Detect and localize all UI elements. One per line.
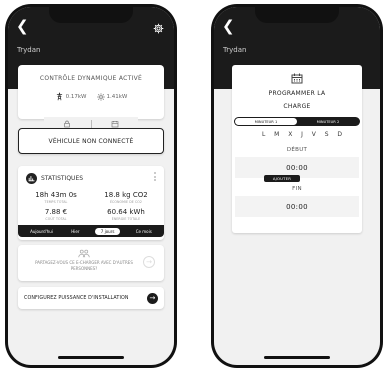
end-time-value: 00:00 <box>286 202 308 211</box>
arrow-right-circle-icon: → <box>147 292 158 304</box>
timer-toggle: MINUTEUR 1 MINUTEUR 2 <box>234 117 360 126</box>
timer-2-option[interactable]: MINUTEUR 2 <box>297 118 359 125</box>
timer-1-option[interactable]: MINUTEUR 1 <box>235 118 297 125</box>
statistics-header: STATISTIQUES <box>26 173 83 184</box>
vehicle-status-card[interactable]: VÉHICULE NON CONNECTÉ <box>18 128 164 154</box>
day-wednesday[interactable]: X <box>288 131 292 138</box>
charger-dashboard-screen: ❮ Trydan CONTRÔLE DYNAMIQUE ACTIVÉ 0.17k… <box>8 7 174 365</box>
calendar-icon <box>111 121 119 128</box>
arrow-right-icon[interactable]: → <box>143 256 155 268</box>
configure-power-label: CONFIGUREZ PUISSANCE D'INSTALLATION <box>24 295 129 301</box>
day-monday[interactable]: L <box>262 131 265 138</box>
stat-label: COÛT TOTAL <box>45 217 67 221</box>
period-today[interactable]: Aujourd'hui <box>27 228 56 235</box>
add-button[interactable]: AJOUTER <box>264 175 300 182</box>
screen-title: Trydan <box>17 46 41 54</box>
stat-label: ÉCONOMIE DE CO2 <box>109 200 143 204</box>
power-tower-icon <box>56 92 62 101</box>
end-label: FIN <box>292 186 302 192</box>
phone-left: ❮ Trydan CONTRÔLE DYNAMIQUE ACTIVÉ 0.17k… <box>5 4 177 368</box>
period-this-month[interactable]: Ce mois <box>133 228 155 235</box>
screen-title: Trydan <box>223 46 247 54</box>
stat-value: 18.8 kg CO2 <box>104 191 148 199</box>
day-tuesday[interactable]: M <box>274 131 279 138</box>
phone-notch <box>49 7 133 23</box>
day-saturday[interactable]: S <box>325 131 329 138</box>
stat-total-time: 18h 43m 0s TEMPS TOTAL <box>24 191 88 204</box>
period-7-days[interactable]: 7 jours <box>94 227 121 235</box>
end-time-field[interactable]: 00:00 <box>235 196 359 217</box>
stat-label: TEMPS TOTAL <box>44 200 68 204</box>
schedule-title-line2: CHARGE <box>283 103 311 110</box>
calendar-icon <box>291 73 303 84</box>
stat-total-energy: 60.64 kWh ÉNERGIE TOTALE <box>94 208 158 221</box>
stat-total-cost: 7.88 € COÛT TOTAL <box>24 208 88 221</box>
gear-icon[interactable] <box>153 19 164 38</box>
grid-power-value: 0.17kW <box>65 93 87 100</box>
solar-power-value: 1.41kW <box>106 93 128 100</box>
phone-notch <box>255 7 339 23</box>
start-label: DÉBUT <box>286 147 308 153</box>
share-text: PARTAGEZ-VOUS CE E-CHARGER AVEC D'AUTRES… <box>35 260 133 271</box>
people-icon <box>78 249 90 258</box>
back-arrow-icon[interactable]: ❮ <box>16 19 29 34</box>
home-indicator <box>58 356 124 359</box>
vehicle-status-text: VÉHICULE NON CONNECTÉ <box>48 137 134 145</box>
back-arrow-icon[interactable]: ❮ <box>222 19 235 34</box>
solar-power-metric: 1.41kW <box>96 92 128 101</box>
stat-value: 60.64 kWh <box>107 208 145 216</box>
power-metrics: 0.17kW 1.41kW <box>18 92 164 101</box>
grid-power-metric: 0.17kW <box>55 92 87 101</box>
period-yesterday[interactable]: Hier <box>68 228 82 235</box>
dynamic-control-card: CONTRÔLE DYNAMIQUE ACTIVÉ 0.17kW 1.41kW <box>18 65 164 119</box>
share-charger-card[interactable]: PARTAGEZ-VOUS CE E-CHARGER AVEC D'AUTRES… <box>18 245 164 281</box>
schedule-charge-screen: ❮ Trydan PROGRAMMER LA CHARGE MINUTEUR 1… <box>214 7 380 365</box>
statistics-icon <box>26 173 37 184</box>
phone-right: ❮ Trydan PROGRAMMER LA CHARGE MINUTEUR 1… <box>211 4 383 368</box>
stat-co2-saving: 18.8 kg CO2 ÉCONOMIE DE CO2 <box>94 191 158 204</box>
day-sunday[interactable]: D <box>337 131 342 138</box>
stat-value: 7.88 € <box>44 208 68 216</box>
start-time-value: 00:00 <box>286 163 308 172</box>
configure-power-button[interactable]: CONFIGUREZ PUISSANCE D'INSTALLATION → <box>18 287 164 309</box>
schedule-charge-card: PROGRAMMER LA CHARGE MINUTEUR 1 MINUTEUR… <box>232 65 362 233</box>
dynamic-control-title: CONTRÔLE DYNAMIQUE ACTIVÉ <box>39 75 143 82</box>
lock-icon <box>64 120 70 128</box>
schedule-title-line1: PROGRAMMER LA <box>268 90 326 97</box>
sun-icon <box>96 92 105 101</box>
weekday-selector: L M X J V S D <box>262 131 342 138</box>
schedule-title: PROGRAMMER LA CHARGE <box>232 87 362 113</box>
stat-label: ÉNERGIE TOTALE <box>111 217 141 221</box>
stat-value: 18h 43m 0s <box>35 191 77 199</box>
period-selector: Aujourd'hui Hier 7 jours Ce mois <box>18 225 164 237</box>
day-thursday[interactable]: J <box>301 131 303 138</box>
home-indicator <box>264 356 330 359</box>
statistics-title: STATISTIQUES <box>41 175 84 182</box>
day-friday[interactable]: V <box>312 131 316 138</box>
more-options-icon[interactable] <box>154 172 157 183</box>
